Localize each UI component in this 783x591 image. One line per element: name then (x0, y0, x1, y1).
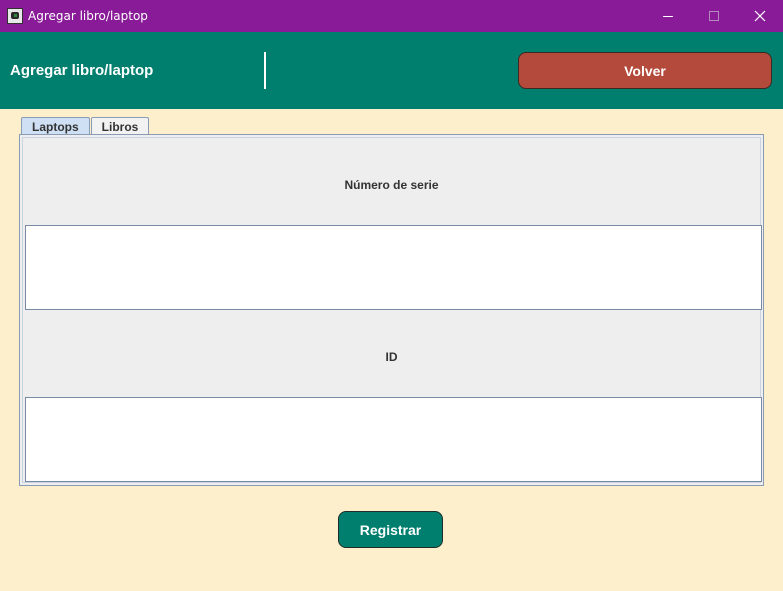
serial-number-input[interactable] (25, 225, 762, 310)
tab-strip: Laptops Libros (21, 117, 150, 135)
page-title: Agregar libro/laptop (10, 62, 154, 79)
title-bar: Agregar libro/laptop (0, 0, 783, 32)
id-label: ID (385, 350, 398, 364)
serial-number-label: Número de serie (344, 178, 439, 192)
id-input[interactable] (25, 397, 762, 482)
maximize-icon (709, 11, 719, 21)
tab-laptops[interactable]: Laptops (21, 117, 90, 135)
close-icon (754, 10, 766, 22)
back-button[interactable]: Volver (518, 52, 772, 89)
header-bar: Agregar libro/laptop Volver (0, 32, 783, 109)
header-divider (264, 52, 266, 89)
minimize-button[interactable] (645, 0, 691, 32)
form-container: Número de serie ID (22, 137, 762, 483)
window-title: Agregar libro/laptop (28, 9, 148, 23)
tab-panel-laptops: Número de serie ID (19, 134, 764, 486)
app-icon (7, 8, 23, 24)
register-button[interactable]: Registrar (338, 511, 443, 548)
minimize-icon (663, 15, 673, 17)
maximize-button[interactable] (691, 0, 737, 32)
close-button[interactable] (737, 0, 783, 32)
tab-libros[interactable]: Libros (90, 117, 150, 135)
